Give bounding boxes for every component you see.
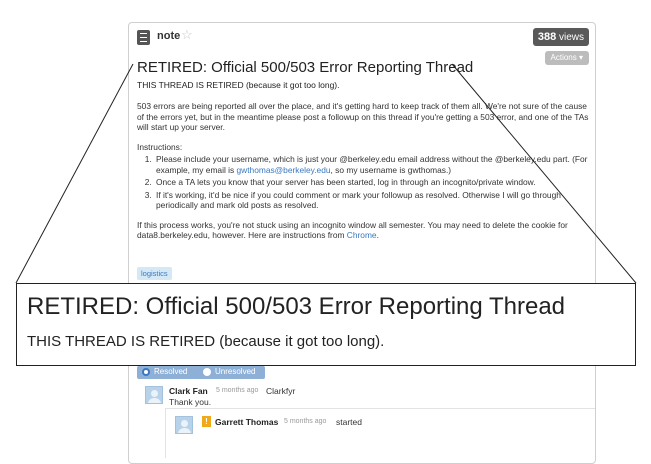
zoom-subtitle: THIS THREAD IS RETIRED (because it got t… bbox=[27, 333, 385, 350]
zoom-title: RETIRED: Official 500/503 Error Reportin… bbox=[27, 293, 566, 320]
zoom-callout: RETIRED: Official 500/503 Error Reportin… bbox=[16, 283, 636, 366]
zoom-callout-lines bbox=[15, 63, 637, 284]
